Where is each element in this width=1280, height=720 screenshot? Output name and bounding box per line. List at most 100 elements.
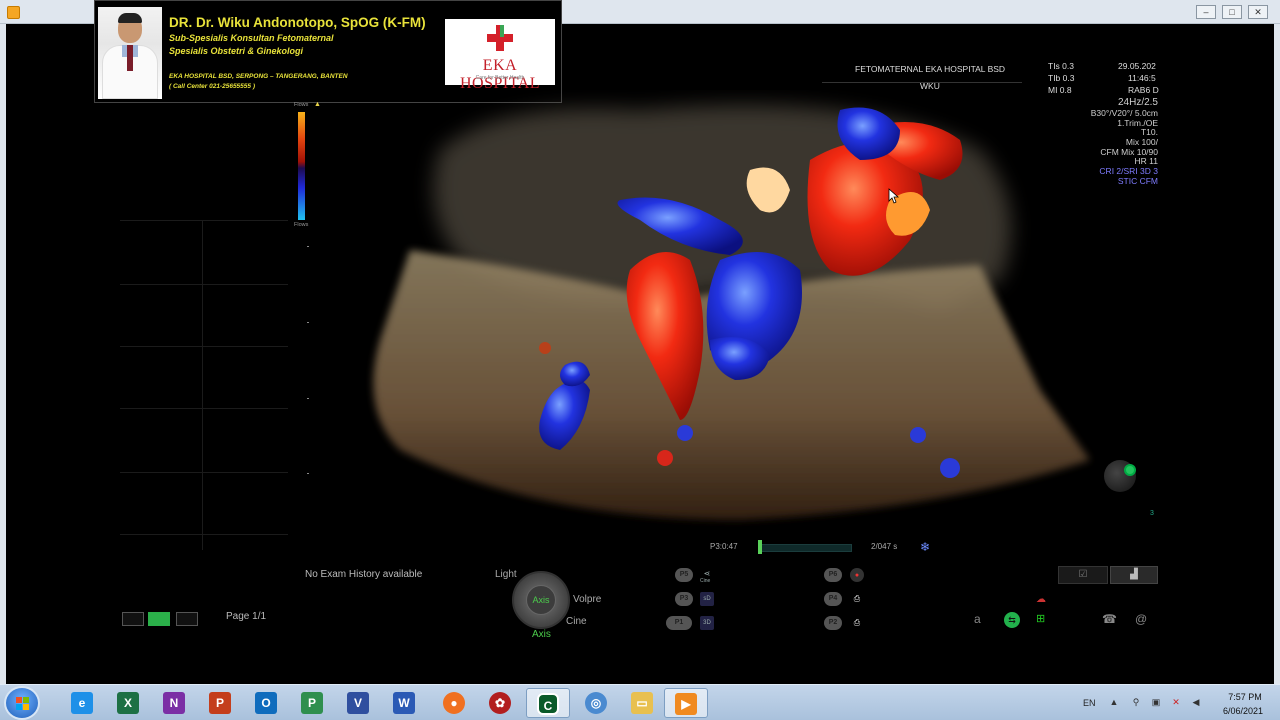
doctor-photo [98, 7, 162, 99]
freeze-snowflake-icon[interactable]: ❄ [920, 540, 930, 554]
network-status-icon[interactable]: ⇆ [1004, 612, 1020, 628]
taskbar-file-explorer[interactable]: ▭ [620, 688, 664, 718]
onenote-icon: N [163, 692, 185, 714]
taskbar-media-player[interactable]: ▶ [664, 688, 708, 718]
taskbar-outlook[interactable]: O [244, 688, 288, 718]
app-icon [7, 6, 20, 19]
dial-light-label[interactable]: Light [495, 569, 517, 580]
preset-p1-button[interactable]: P1 [666, 616, 692, 630]
doctor-subtitle-2: Spesialis Obstetri & Ginekologi [169, 46, 304, 56]
mouse-cursor-icon [888, 188, 900, 204]
orientation-indicator-icon [1124, 464, 1136, 476]
maximize-button[interactable]: □ [1222, 5, 1242, 19]
taskbar-onenote[interactable]: N [152, 688, 196, 718]
call-center: ( Call Center 021-25655555 ) [169, 83, 255, 90]
minimize-button[interactable]: – [1196, 5, 1216, 19]
viewpoint-icon: C [537, 693, 559, 715]
thumbnail-grid [120, 220, 288, 550]
taskbar-firefox[interactable]: ● [432, 688, 476, 718]
institution-label: FETOMATERNAL EKA HOSPITAL BSD [855, 64, 1006, 74]
powerpoint-icon: P [209, 692, 231, 714]
tray-network-icon[interactable]: ✕ [1170, 697, 1182, 709]
preset-p6-button[interactable]: P6 [824, 568, 842, 582]
davinci-icon: ✿ [489, 692, 511, 714]
record-icon[interactable]: ● [850, 568, 864, 582]
close-button[interactable]: ✕ [1248, 5, 1268, 19]
doctor-name: DR. Dr. Wiku Andonotopo, SpOG (K-FM) [169, 15, 426, 30]
dial-cine-label[interactable]: Cine [566, 616, 587, 627]
exam-time: 11:46:5 [1128, 73, 1156, 83]
3d-mode-icon[interactable]: 3D [700, 616, 714, 630]
scale-top-label: Flows [294, 102, 309, 108]
layout-2x2-button[interactable] [148, 612, 170, 626]
dial-volpre-label[interactable]: Volpre [573, 594, 601, 605]
print-icon[interactable]: ⎙ [850, 616, 864, 630]
taskbar-powerpoint[interactable]: P [198, 688, 242, 718]
window-frame-right [1274, 24, 1280, 684]
cine-icon-label: Cine [700, 578, 711, 584]
scale-bottom-label: Flows [294, 222, 309, 228]
hospital-cross-icon [487, 25, 513, 51]
tib-value: TIb 0.3 [1048, 73, 1075, 83]
cine-position-label: P3:0:47 [710, 542, 738, 551]
doctor-banner: DR. Dr. Wiku Andonotopo, SpOG (K-FM) Sub… [94, 0, 562, 103]
cine-slider-thumb[interactable] [758, 540, 762, 554]
cine-slider-track[interactable] [758, 544, 852, 552]
dial-center-axis[interactable]: Axis [526, 585, 556, 615]
chart-button[interactable]: ▟ [1110, 566, 1158, 584]
screen: – □ ✕ DR. Dr. Wiku Andonotopo, SpOG (K-F… [0, 0, 1280, 720]
internet-explorer-icon: e [71, 692, 93, 714]
exam-history-status: No Exam History available [305, 569, 423, 580]
visio-icon: V [347, 692, 369, 714]
window-frame-left [0, 24, 6, 684]
tray-display-icon[interactable]: ▣ [1150, 697, 1162, 709]
taskbar-visio[interactable]: V [336, 688, 380, 718]
annotation-a-icon[interactable]: a [974, 612, 981, 626]
language-indicator[interactable]: EN [1083, 698, 1096, 708]
doctor-address: EKA HOSPITAL BSD, SERPONG – TANGERANG, B… [169, 73, 348, 80]
device-status-icon[interactable]: ⊞ [1036, 612, 1045, 625]
taskbar-word[interactable]: W [382, 688, 426, 718]
logo-tagline: Care for Better Health [475, 75, 525, 81]
preset-p3-button[interactable]: P3 [675, 592, 693, 606]
print-color-icon[interactable]: ⎙ [850, 592, 864, 606]
page-indicator: Page 1/1 [226, 611, 267, 622]
taskbar-viewpoint[interactable]: C [526, 688, 570, 718]
sd-mode-icon[interactable]: sD [700, 592, 714, 606]
windows-taskbar: e X N P O P V W ● ✿ C ◎ ▭ ▶ EN ▲ ⚲ ▣ ✕ ◀ [0, 684, 1280, 720]
taskbar-project[interactable]: P [290, 688, 334, 718]
tray-volume-icon[interactable]: ◀ [1190, 697, 1202, 709]
taskbar-chrome[interactable]: ◎ [574, 688, 618, 718]
taskbar-excel[interactable]: X [106, 688, 150, 718]
tray-usb-icon[interactable]: ⚲ [1130, 697, 1142, 709]
taskbar-davinci[interactable]: ✿ [478, 688, 522, 718]
doctor-subtitle-1: Sub-Spesialis Konsultan Fetomaternal [169, 33, 334, 43]
dial-axis-label[interactable]: Axis [532, 629, 551, 640]
word-icon: W [393, 692, 415, 714]
report-check-button[interactable]: ☑ [1058, 566, 1108, 584]
preset-p5-button[interactable]: P5 [675, 568, 693, 582]
volume-render-view[interactable] [340, 90, 1100, 530]
clock-date[interactable]: 6/06/2021 [1212, 706, 1274, 716]
media-player-icon: ▶ [675, 693, 697, 715]
taskbar-internet-explorer[interactable]: e [60, 688, 104, 718]
email-at-icon[interactable]: @ [1135, 612, 1147, 626]
layout-1x2-button[interactable] [122, 612, 144, 626]
firefox-icon: ● [443, 692, 465, 714]
start-button[interactable] [4, 686, 40, 720]
preset-p4-button[interactable]: P4 [824, 592, 842, 606]
orientation-label: 3 [1150, 510, 1154, 517]
hospital-logo: EKA HOSPITAL Care for Better Health [445, 19, 555, 92]
phone-icon[interactable]: ☎ [1102, 612, 1117, 626]
exam-date: 29.05.202 [1118, 61, 1156, 71]
warning-icon: ▲ [314, 101, 321, 108]
probe-label: RAB6 D [1128, 85, 1159, 95]
transfer-alert-icon[interactable]: ☁ [1036, 594, 1046, 605]
clock-time[interactable]: 7:57 PM [1218, 692, 1272, 702]
tray-expand-icon[interactable]: ▲ [1108, 697, 1120, 709]
header-divider [822, 82, 1022, 83]
cine-counter: 2/047 s [871, 542, 898, 551]
layout-3x3-button[interactable] [176, 612, 198, 626]
preset-p2-button[interactable]: P2 [824, 616, 842, 630]
color-flow-scale [298, 112, 305, 220]
